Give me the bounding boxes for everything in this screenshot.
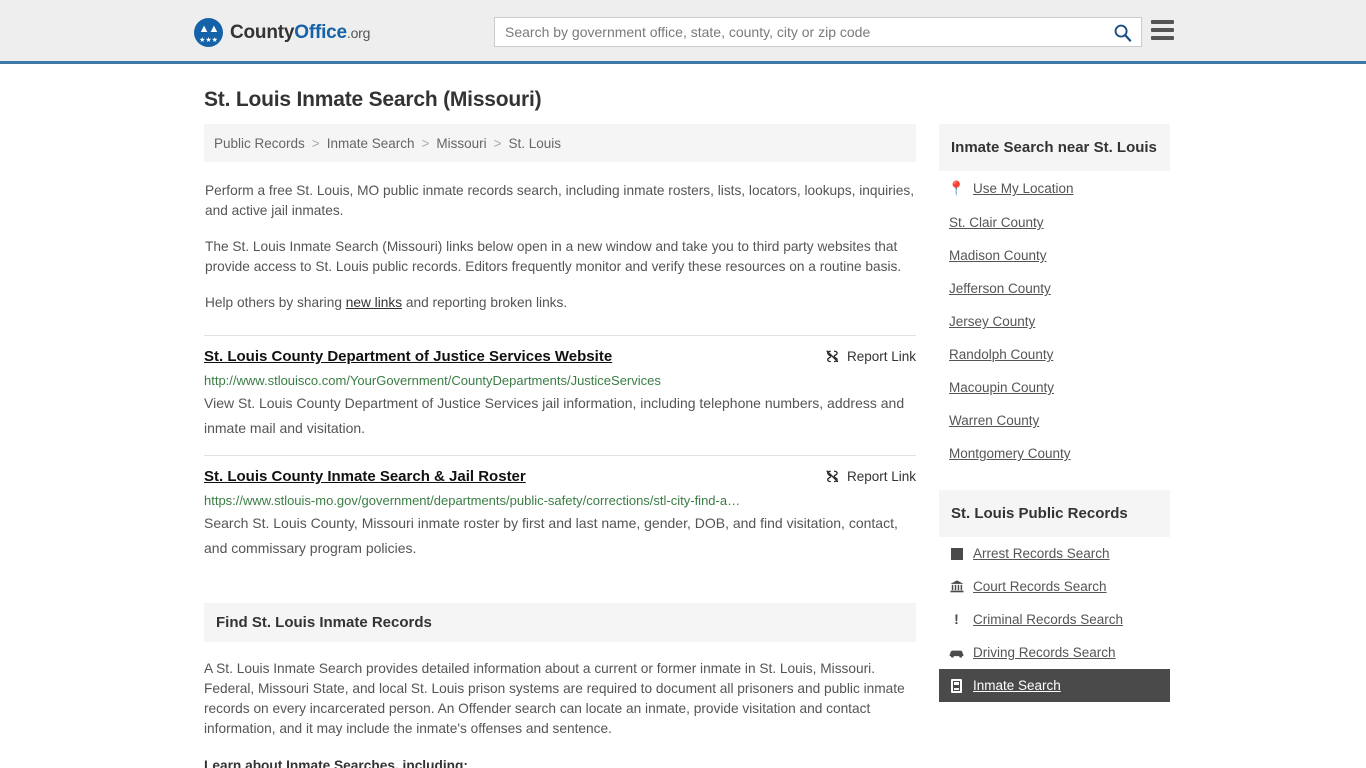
hamburger-menu-icon[interactable]: [1151, 20, 1174, 40]
section-heading: Find St. Louis Inmate Records: [204, 603, 916, 642]
result-list: St. Louis County Department of Justice S…: [204, 335, 916, 575]
section-subheading: Learn about Inmate Searches, including:: [204, 758, 468, 768]
sidebar-nearby-list: 📍 Use My Location St. Clair County Madis…: [939, 171, 1170, 470]
id-card-icon: [949, 678, 964, 693]
result-item: St. Louis County Department of Justice S…: [204, 335, 916, 455]
broken-link-icon: [826, 350, 839, 363]
logo-text-office: Office: [294, 21, 347, 43]
sidebar-item-inmate-search[interactable]: Inmate Search: [939, 669, 1170, 702]
sidebar-item-label[interactable]: Court Records Search: [973, 579, 1107, 594]
result-description: View St. Louis County Department of Just…: [204, 395, 905, 436]
intro-paragraph-2: The St. Louis Inmate Search (Missouri) l…: [205, 239, 902, 274]
sidebar-item-label[interactable]: St. Clair County: [949, 215, 1044, 230]
result-title-link[interactable]: St. Louis County Department of Justice S…: [204, 348, 612, 366]
site-header: ▲▲ ★★★ CountyOffice.org: [0, 0, 1366, 64]
map-pin-icon: 📍: [947, 180, 966, 196]
courthouse-icon: [949, 580, 964, 593]
sidebar-nearby-heading: Inmate Search near St. Louis: [939, 124, 1170, 171]
sidebar-item-label[interactable]: Jefferson County: [949, 281, 1051, 296]
sidebar-item-label[interactable]: Arrest Records Search: [973, 546, 1110, 561]
sidebar-item-label[interactable]: Warren County: [949, 413, 1039, 428]
result-header: St. Louis County Inmate Search & Jail Ro…: [204, 468, 916, 486]
sidebar-item-label[interactable]: Macoupin County: [949, 380, 1054, 395]
car-icon: [949, 648, 964, 658]
logo-text-county: County: [230, 21, 295, 43]
sidebar-item-arrest-records-search[interactable]: Arrest Records Search: [939, 537, 1170, 570]
exclamation-icon: !: [954, 611, 959, 627]
main-content: Public Records > Inmate Search > Missour…: [204, 124, 916, 768]
breadcrumb: Public Records > Inmate Search > Missour…: [204, 124, 916, 162]
breadcrumb-item-inmate-search[interactable]: Inmate Search: [327, 136, 415, 151]
breadcrumb-separator: >: [421, 135, 430, 151]
sidebar-records-list: Arrest Records Search Court Records Sear…: [939, 537, 1170, 702]
report-link-button[interactable]: Report Link: [825, 468, 916, 484]
section-body: A St. Louis Inmate Search provides detai…: [204, 659, 916, 768]
search-bar[interactable]: [494, 17, 1142, 47]
sidebar-item-randolph-county[interactable]: Randolph County: [939, 338, 1170, 371]
sidebar-item-label[interactable]: Randolph County: [949, 347, 1053, 362]
sidebar-item-st-clair-county[interactable]: St. Clair County: [939, 206, 1170, 239]
section-paragraph: A St. Louis Inmate Search provides detai…: [204, 661, 905, 736]
intro-p3-before: Help others by sharing: [205, 295, 346, 310]
report-link-button[interactable]: Report Link: [825, 348, 916, 364]
search-button[interactable]: [1103, 18, 1141, 46]
sidebar-item-warren-county[interactable]: Warren County: [939, 404, 1170, 437]
intro-p3-after: and reporting broken links.: [402, 295, 568, 310]
sidebar-item-label[interactable]: Use My Location: [973, 181, 1074, 196]
logo-stars: ★★★: [199, 37, 218, 44]
breadcrumb-separator: >: [493, 135, 502, 151]
result-url: https://www.stlouis-mo.gov/government/de…: [204, 493, 741, 508]
sidebar-item-label[interactable]: Madison County: [949, 248, 1047, 263]
new-links-link[interactable]: new links: [346, 295, 402, 310]
breadcrumb-item-public-records[interactable]: Public Records: [214, 136, 305, 151]
sidebar-card-public-records: St. Louis Public Records Arrest Records …: [939, 490, 1170, 702]
sidebar-item-macoupin-county[interactable]: Macoupin County: [939, 371, 1170, 404]
sidebar-item-montgomery-county[interactable]: Montgomery County: [939, 437, 1170, 470]
sidebar-item-madison-county[interactable]: Madison County: [939, 239, 1170, 272]
broken-link-icon: [826, 470, 839, 483]
report-link-label: Report Link: [846, 469, 916, 484]
sidebar-records-heading: St. Louis Public Records: [939, 490, 1170, 537]
sidebar-card-nearby: Inmate Search near St. Louis 📍 Use My Lo…: [939, 124, 1170, 470]
sidebar-item-driving-records-search[interactable]: Driving Records Search: [939, 636, 1170, 669]
find-records-section: Find St. Louis Inmate Records A St. Loui…: [204, 603, 916, 768]
sidebar-item-use-my-location[interactable]: 📍 Use My Location: [939, 171, 1170, 206]
sidebar-item-label[interactable]: Criminal Records Search: [973, 612, 1123, 627]
sidebar-item-label[interactable]: Jersey County: [949, 314, 1035, 329]
intro-paragraph-3: Help others by sharing new links and rep…: [205, 293, 915, 313]
report-link-label: Report Link: [846, 349, 916, 364]
search-input[interactable]: [495, 18, 1103, 46]
sidebar-item-label[interactable]: Inmate Search: [973, 678, 1061, 693]
result-header: St. Louis County Department of Justice S…: [204, 348, 916, 366]
sidebar-item-label[interactable]: Driving Records Search: [973, 645, 1116, 660]
intro-text: Perform a free St. Louis, MO public inma…: [204, 181, 916, 313]
site-logo[interactable]: ▲▲ ★★★ CountyOffice.org: [194, 18, 370, 47]
intro-paragraph-1: Perform a free St. Louis, MO public inma…: [205, 183, 915, 218]
result-description: Search St. Louis County, Missouri inmate…: [204, 515, 898, 556]
logo-text-org: .org: [346, 24, 371, 41]
page-title: St. Louis Inmate Search (Missouri): [204, 88, 542, 111]
result-url: http://www.stlouisco.com/YourGovernment/…: [204, 373, 661, 388]
sidebar-item-label[interactable]: Montgomery County: [949, 446, 1071, 461]
result-title-link[interactable]: St. Louis County Inmate Search & Jail Ro…: [204, 468, 526, 486]
sidebar-item-jefferson-county[interactable]: Jefferson County: [939, 272, 1170, 305]
fingerprint-square-icon: [949, 547, 964, 560]
result-item: St. Louis County Inmate Search & Jail Ro…: [204, 455, 916, 575]
breadcrumb-separator: >: [311, 135, 320, 151]
sidebar-item-jersey-county[interactable]: Jersey County: [939, 305, 1170, 338]
search-icon: [1114, 24, 1131, 42]
logo-eagle-icon: ▲▲ ★★★: [194, 18, 223, 47]
sidebar-item-court-records-search[interactable]: Court Records Search: [939, 570, 1170, 603]
breadcrumb-item-st-louis[interactable]: St. Louis: [509, 136, 562, 151]
logo-text: CountyOffice.org: [230, 22, 370, 44]
sidebar-item-criminal-records-search[interactable]: ! Criminal Records Search: [939, 603, 1170, 636]
breadcrumb-item-missouri[interactable]: Missouri: [436, 136, 486, 151]
sidebar: Inmate Search near St. Louis 📍 Use My Lo…: [939, 124, 1170, 722]
